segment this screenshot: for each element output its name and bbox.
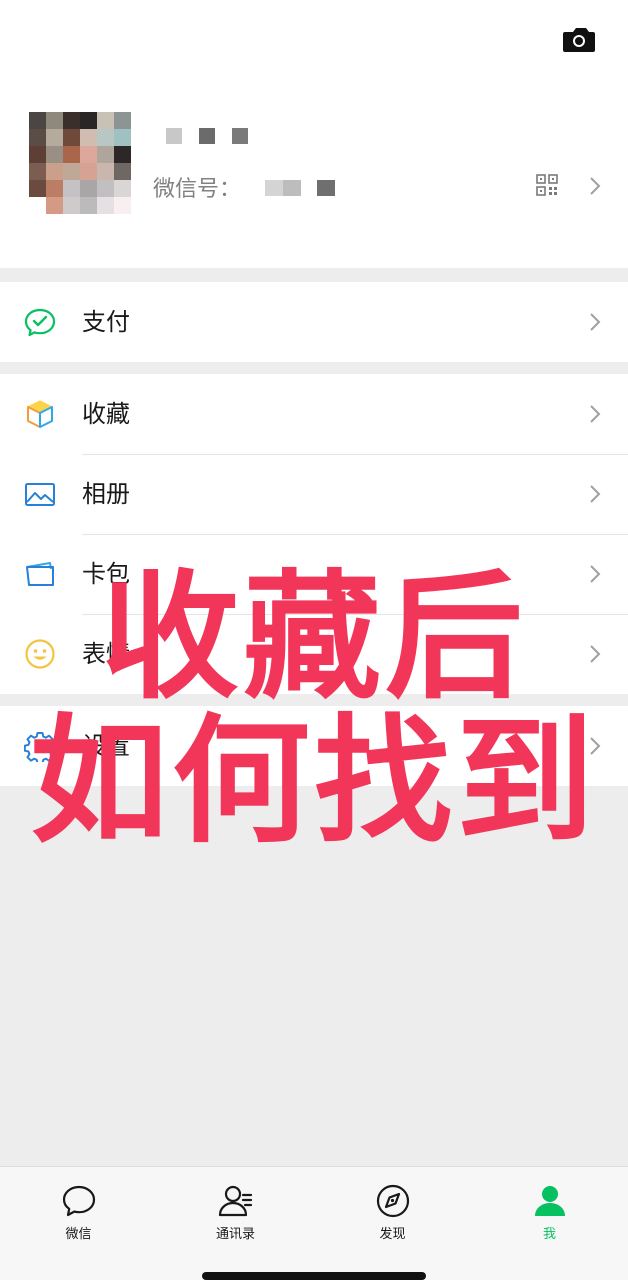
- tab-me[interactable]: 我: [471, 1167, 628, 1267]
- bottom-tab-bar: 微信 通讯录 发现 我: [0, 1166, 628, 1280]
- tab-label: 发现: [379, 1227, 406, 1242]
- overlay-caption-line1: 收藏后: [100, 557, 527, 718]
- tab-contacts[interactable]: 通讯录: [157, 1167, 314, 1267]
- chevron-right-icon: [590, 313, 601, 331]
- overlay-caption-line2: 如何找到: [29, 701, 598, 862]
- avatar[interactable]: [29, 112, 131, 214]
- tab-label: 通讯录: [215, 1227, 255, 1242]
- chevron-right-icon: [590, 405, 601, 423]
- nickname-blurred: [166, 128, 256, 148]
- tab-chats[interactable]: 微信: [0, 1167, 157, 1267]
- menu-item-label: 支付: [82, 308, 130, 336]
- chevron-right-icon: [590, 485, 601, 503]
- chat-bubble-icon: [62, 1185, 96, 1217]
- wechat-pay-icon: [24, 308, 56, 337]
- album-picture-icon: [25, 483, 55, 506]
- menu-section-pay: 支付: [0, 282, 628, 362]
- chevron-right-icon[interactable]: [588, 175, 602, 197]
- compass-icon: [376, 1184, 410, 1218]
- qr-code-icon[interactable]: [536, 174, 558, 196]
- tab-label: 微信: [65, 1227, 92, 1242]
- contacts-icon: [218, 1185, 253, 1217]
- camera-icon[interactable]: [562, 26, 596, 54]
- menu-item-favorites[interactable]: 收藏: [0, 374, 628, 454]
- tab-discover[interactable]: 发现: [314, 1167, 471, 1267]
- favorites-cube-icon: [27, 400, 53, 428]
- menu-item-pay[interactable]: 支付: [0, 282, 628, 362]
- menu-item-label: 相册: [82, 480, 130, 508]
- home-indicator: [202, 1272, 426, 1280]
- wechat-id-label: 微信号：: [153, 177, 242, 202]
- menu-item-label: 收藏: [82, 400, 130, 428]
- tab-label: 我: [542, 1227, 556, 1242]
- menu-item-album[interactable]: 相册: [0, 454, 628, 534]
- wechat-id-blurred: [265, 180, 345, 198]
- person-icon: [535, 1186, 565, 1216]
- profile-header: 微信号：: [0, 0, 628, 268]
